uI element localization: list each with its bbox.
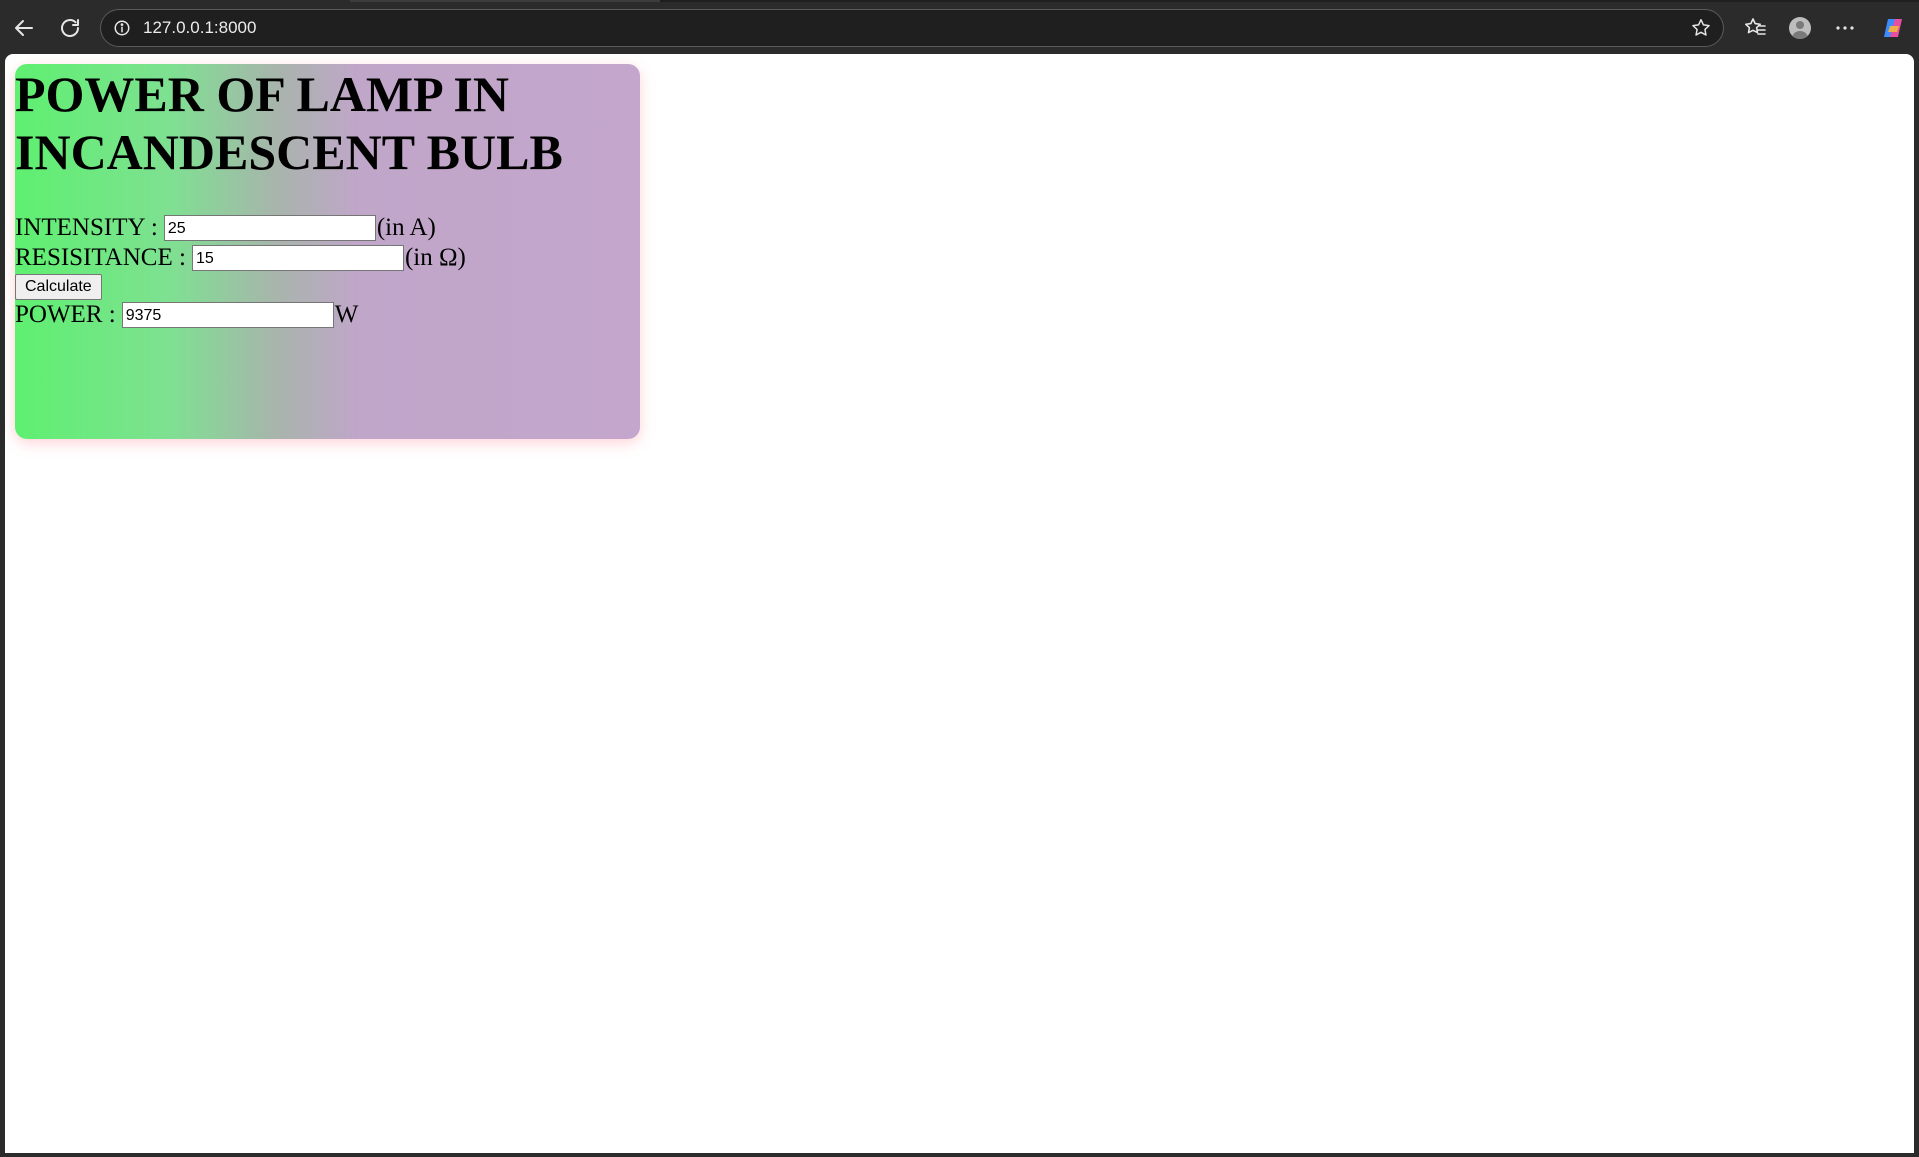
page-viewport: POWER OF LAMP IN INCANDESCENT BULB INTEN…	[5, 54, 1914, 1153]
more-button[interactable]	[1827, 10, 1863, 46]
tab-strip-edge-right	[660, 0, 1919, 2]
back-button[interactable]	[6, 10, 42, 46]
address-bar[interactable]: 127.0.0.1:8000	[100, 9, 1724, 47]
info-icon[interactable]	[111, 17, 133, 39]
url-text[interactable]: 127.0.0.1:8000	[143, 10, 256, 46]
intensity-input[interactable]	[163, 215, 376, 241]
power-label: POWER :	[15, 301, 116, 328]
favorites-icon	[1745, 18, 1766, 35]
reload-icon	[61, 19, 79, 37]
power-row: POWER : W	[15, 301, 358, 329]
page-title: POWER OF LAMP IN INCANDESCENT BULB	[15, 66, 563, 180]
resistance-input[interactable]	[191, 245, 404, 271]
calculate-button[interactable]: Calculate	[15, 274, 102, 300]
resistance-label: RESISITANCE :	[15, 244, 186, 271]
profile-icon	[1789, 17, 1811, 39]
back-icon	[15, 20, 33, 36]
intensity-label: INTENSITY :	[15, 214, 158, 241]
intensity-unit: (in A)	[376, 214, 436, 241]
copilot-icon	[1884, 19, 1902, 37]
reload-button[interactable]	[52, 10, 88, 46]
resistance-unit: (in Ω)	[404, 244, 466, 271]
resistance-row: RESISITANCE : (in Ω)	[15, 244, 466, 272]
intensity-row: INTENSITY : (in A)	[15, 214, 436, 242]
calculator-card: POWER OF LAMP IN INCANDESCENT BULB INTEN…	[15, 64, 640, 439]
power-output[interactable]	[121, 302, 334, 328]
tab-strip-edge	[350, 0, 660, 2]
favorites-button[interactable]	[1737, 10, 1773, 46]
profile-button[interactable]	[1782, 10, 1818, 46]
copilot-button[interactable]	[1875, 10, 1911, 46]
browser-toolbar: 127.0.0.1:8000	[0, 0, 1919, 54]
star-icon[interactable]	[1689, 16, 1713, 40]
more-icon	[1836, 26, 1854, 30]
power-unit: W	[334, 301, 359, 328]
